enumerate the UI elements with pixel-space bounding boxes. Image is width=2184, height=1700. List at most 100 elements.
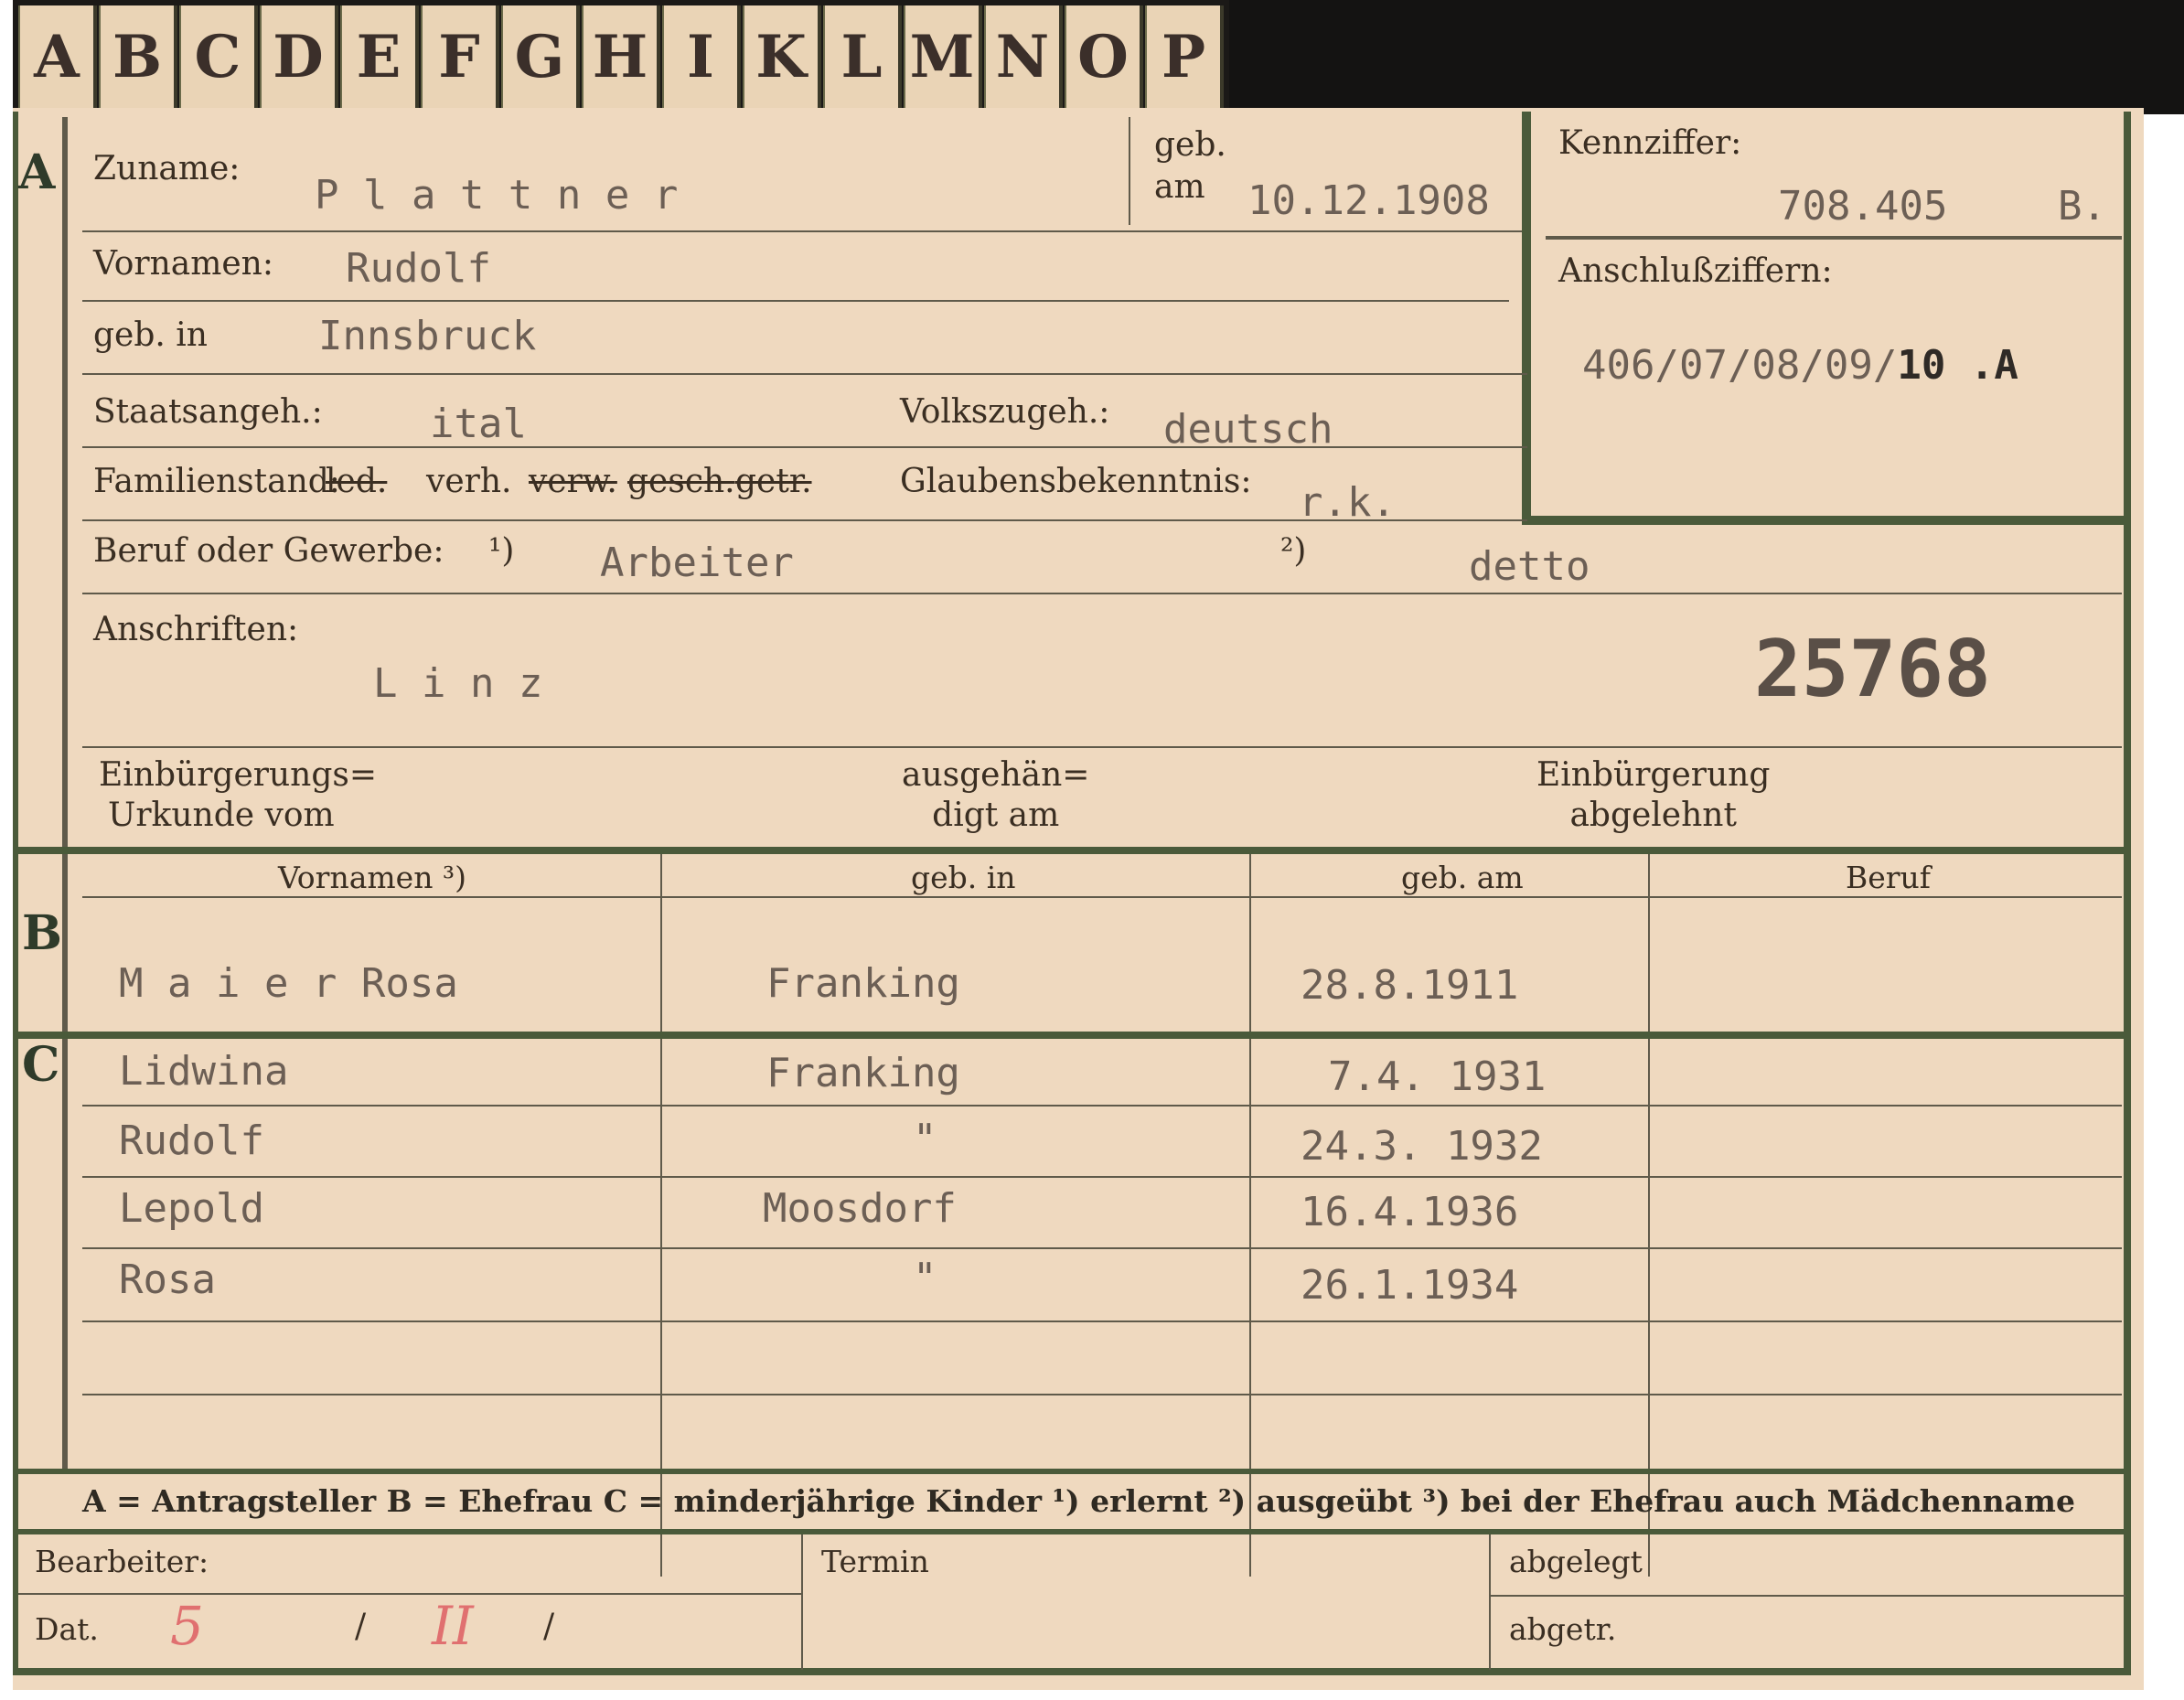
bearbeiter-line [18, 1593, 803, 1595]
geb-in-label: geb. in [93, 316, 208, 354]
zuname-value: P l a t t n e r [315, 172, 679, 219]
familienstand-verh: verh. [426, 463, 512, 500]
row-line-geb-in [82, 373, 1527, 375]
tab-g[interactable]: G [501, 5, 580, 108]
child-name: Rosa [119, 1256, 216, 1303]
glaubens-label: Glaubensbekenntnis: [900, 463, 1252, 500]
anschluss-value-bold: 10 .A [1897, 342, 2018, 389]
familienstand-led: led. [326, 463, 388, 500]
dat-value-month: II [432, 1595, 474, 1657]
termin-label: Termin [821, 1544, 929, 1579]
kennziffer-box-bottom [1522, 516, 2129, 525]
abgelegt-line [1491, 1595, 2125, 1597]
tab-e[interactable]: E [340, 5, 419, 108]
child-geb-am: 7.4. 1931 [1328, 1053, 1547, 1100]
bearbeiter-label: Bearbeiter: [35, 1544, 209, 1579]
einbuergerung-abgelehnt-label-line-1: Einbürgerung [1536, 756, 1771, 794]
tab-n[interactable]: N [984, 5, 1063, 108]
tab-f[interactable]: F [421, 5, 499, 108]
tab-m[interactable]: M [904, 5, 982, 108]
tab-a[interactable]: A [18, 5, 97, 108]
child-name: Lidwina [119, 1048, 289, 1095]
tab-o[interactable]: O [1065, 5, 1143, 108]
row-line-familienstand [82, 519, 1527, 521]
tab-l[interactable]: L [823, 5, 902, 108]
footer-col-line-1 [801, 1534, 803, 1670]
legend-bottom-line [13, 1529, 2131, 1534]
header-geb-am: geb. am [1401, 860, 1524, 895]
dat-value-day: 5 [170, 1595, 204, 1657]
familienstand-verw: verw. [529, 463, 617, 500]
child-row-line [82, 1176, 2122, 1178]
volkszugeh-label: Volkszugeh.: [900, 393, 1110, 431]
tab-h[interactable]: H [582, 5, 660, 108]
anschluss-label: Anschlußziffern: [1558, 252, 1833, 290]
tab-c[interactable]: C [179, 5, 258, 108]
child-row-line-empty [82, 1394, 2122, 1395]
child-geb-in: " [913, 1255, 937, 1301]
anschluss-value-main: 406/07/08/09/ [1582, 342, 1898, 389]
section-divider-a-b [13, 847, 2131, 854]
header-underline [82, 896, 2122, 898]
wife-name: M a i e r Rosa [119, 960, 458, 1007]
staatsangeh-value: ital [430, 401, 527, 447]
anschriften-label: Anschriften: [93, 611, 299, 648]
legend-text: A = Antragsteller B = Ehefrau C = minder… [82, 1483, 2075, 1519]
anschluss-value: 406/07/08/09/10 .A [1582, 342, 2018, 389]
ausgehaendigt-label-line-2: digt am [932, 797, 1060, 834]
ausgehaendigt-label: ausgehän= digt am [902, 755, 1089, 836]
einbuergerung-abgelehnt-label: Einbürgerung abgelehnt [1536, 755, 1770, 836]
header-geb-in: geb. in [911, 860, 1016, 895]
einbuergerungs-urkunde-label-line-2: Urkunde vom [108, 797, 335, 834]
dat-separator-2: / [543, 1608, 555, 1645]
zuname-label: Zuname: [93, 150, 241, 187]
frame-bottom [13, 1668, 2131, 1675]
child-row-line [82, 1105, 2122, 1107]
tab-d[interactable]: D [260, 5, 338, 108]
tab-p[interactable]: P [1145, 5, 1224, 108]
kennziffer-box-left [1522, 112, 1531, 525]
geb-am-label: geb. am [1154, 126, 1226, 206]
staatsangeh-label: Staatsangeh.: [93, 393, 323, 431]
tab-i[interactable]: I [662, 5, 741, 108]
beruf-value-1: Arbeiter [600, 540, 794, 586]
child-name: Rudolf [119, 1117, 264, 1164]
ausgehaendigt-label-line-1: ausgehän= [902, 756, 1090, 794]
tab-b[interactable]: B [99, 5, 177, 108]
einbuergerungs-urkunde-label: Einbürgerungs= Urkunde vom [99, 755, 377, 836]
kennziffer-value: 708.405 [1778, 183, 1948, 230]
familienstand-gesch: gesch. [627, 463, 735, 500]
section-a-marker: A [18, 144, 56, 200]
einbuergerungs-urkunde-label-line-1: Einbürgerungs= [99, 756, 378, 794]
dat-separator-1: / [355, 1608, 367, 1645]
row-line-zuname [82, 230, 1527, 232]
row-line-beruf [82, 593, 2122, 594]
frame-left [13, 112, 18, 1672]
einbuergerung-abgelehnt-label-line-2: abgelehnt [1569, 797, 1737, 834]
anschriften-value: L i n z [373, 660, 543, 707]
kennziffer-underline [1546, 236, 2122, 240]
wife-geb-am: 28.8.1911 [1301, 962, 1519, 1009]
section-divider-b-c [13, 1032, 2131, 1039]
legend-top-line [13, 1469, 2131, 1474]
row-line-anschriften [82, 746, 2122, 748]
wife-geb-in: Franking [766, 960, 960, 1007]
child-geb-am: 16.4.1936 [1301, 1189, 1519, 1235]
tab-k[interactable]: K [743, 5, 821, 108]
child-geb-am: 26.1.1934 [1301, 1262, 1519, 1309]
row-line-staatsangeh [82, 446, 1527, 448]
stamp-number: 25768 [1754, 624, 1991, 715]
abgelegt-label: abgelegt [1509, 1544, 1643, 1579]
child-row-line [82, 1247, 2122, 1249]
section-b-marker: B [22, 905, 62, 961]
index-tab-strip: A B C D E F G H I K L M N O P [13, 0, 1229, 108]
vornamen-value: Rudolf [346, 245, 491, 292]
child-geb-in: Franking [766, 1050, 960, 1096]
header-beruf: Beruf [1846, 860, 1932, 895]
beruf-label: Beruf oder Gewerbe: [93, 532, 444, 570]
familienstand-getr: getr. [735, 463, 812, 500]
geb-in-value: Innsbruck [318, 313, 537, 359]
frame-right [2124, 112, 2131, 1673]
child-geb-in: Moosdorf [763, 1185, 957, 1232]
index-card: A Zuname: P l a t t n e r geb. am 10.12.… [13, 108, 2144, 1690]
